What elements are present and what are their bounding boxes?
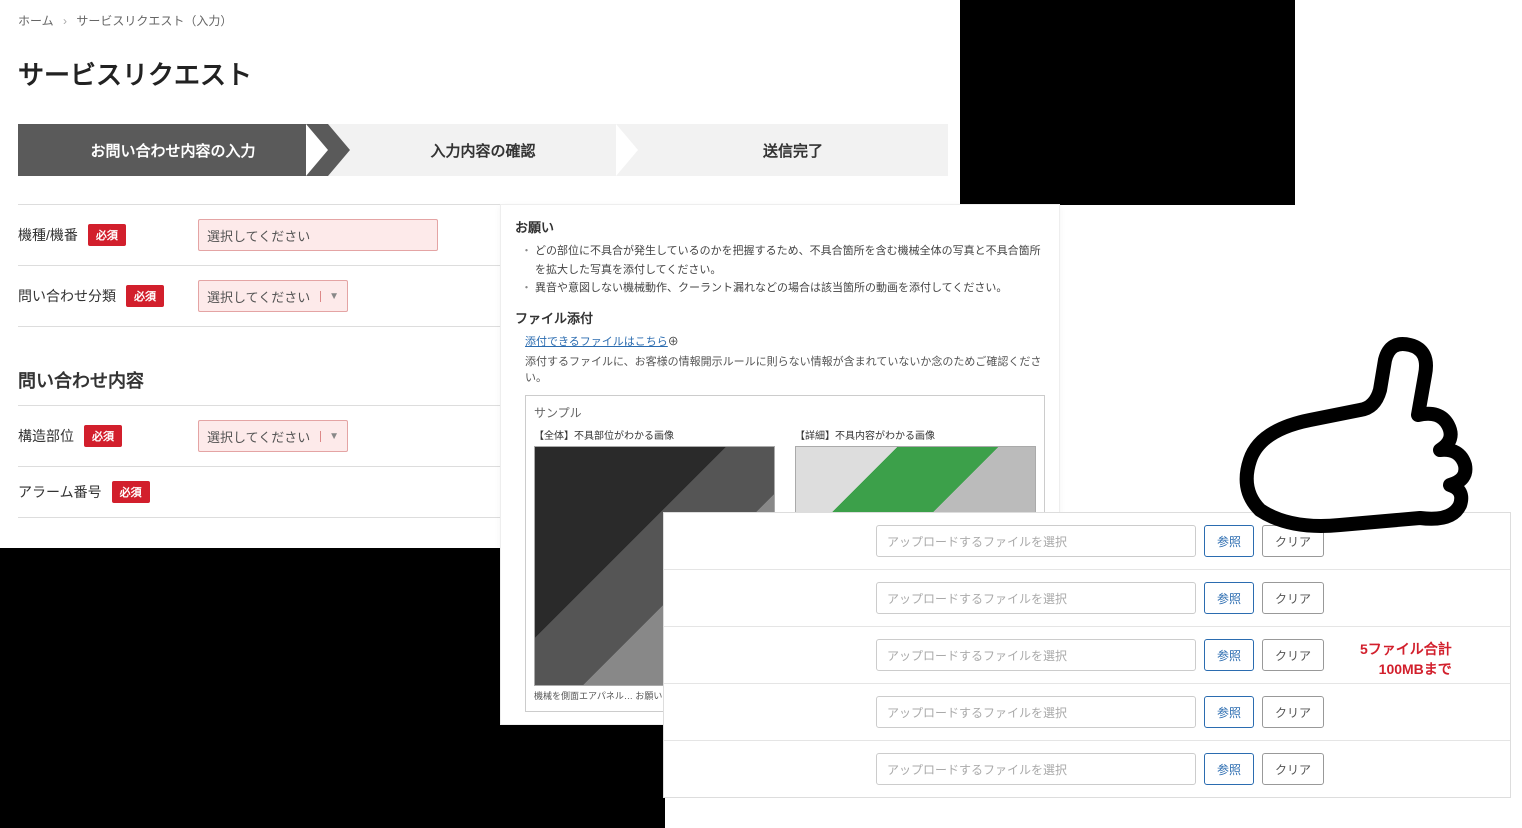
row-category: 問い合わせ分類 必須 選択してください ▼ bbox=[18, 265, 502, 327]
chevron-down-icon: ▼ bbox=[320, 291, 339, 302]
upload-file-input[interactable]: アップロードするファイルを選択 bbox=[876, 582, 1196, 614]
breadcrumb-current: サービスリクエスト（入力） bbox=[76, 14, 232, 28]
alarm-label: アラーム番号 bbox=[18, 482, 102, 502]
model-label: 機種/機番 bbox=[18, 225, 78, 245]
breadcrumb-home[interactable]: ホーム bbox=[18, 14, 54, 28]
redacted-region bbox=[960, 0, 1295, 205]
browse-button[interactable]: 参照 bbox=[1204, 753, 1254, 785]
file-limit-note: 5ファイル合計 100MBまで bbox=[1360, 640, 1452, 679]
upload-file-input[interactable]: アップロードするファイルを選択 bbox=[876, 639, 1196, 671]
browse-button[interactable]: 参照 bbox=[1204, 696, 1254, 728]
step-complete: 送信完了 bbox=[638, 124, 948, 176]
step-confirm: 入力内容の確認 bbox=[328, 124, 638, 176]
request-note: どの部位に不具合が発生しているのかを把握するため、不具合箇所を含む機械全体の写真… bbox=[521, 242, 1045, 279]
required-badge: 必須 bbox=[84, 425, 122, 447]
required-badge: 必須 bbox=[88, 224, 126, 246]
category-label: 問い合わせ分類 bbox=[18, 286, 116, 306]
sample-overall-label: 【全体】不具部位がわかる画像 bbox=[534, 427, 775, 442]
clear-button[interactable]: クリア bbox=[1262, 753, 1324, 785]
upload-file-input[interactable]: アップロードするファイルを選択 bbox=[876, 525, 1196, 557]
browse-button[interactable]: 参照 bbox=[1204, 582, 1254, 614]
pointing-hand-icon bbox=[1220, 330, 1480, 540]
allowed-files-link[interactable]: 添付できるファイルはこちら bbox=[525, 336, 668, 348]
upload-file-input[interactable]: アップロードするファイルを選択 bbox=[876, 696, 1196, 728]
attach-heading: ファイル添付 bbox=[515, 308, 1045, 327]
step-input: お問い合わせ内容の入力 bbox=[18, 124, 328, 176]
category-select[interactable]: 選択してください ▼ bbox=[198, 280, 348, 312]
part-select[interactable]: 選択してください ▼ bbox=[198, 420, 348, 452]
required-badge: 必須 bbox=[112, 481, 150, 503]
attach-note: 添付するファイルに、お客様の情報開示ルールに則らない情報が含まれていないか念のた… bbox=[525, 353, 1045, 385]
chevron-right-icon: › bbox=[63, 14, 67, 28]
row-model: 機種/機番 必須 選択してください bbox=[18, 204, 502, 265]
upload-file-input[interactable]: アップロードするファイルを選択 bbox=[876, 753, 1196, 785]
request-heading: お願い bbox=[515, 217, 1045, 236]
upload-row: アップロードするファイルを選択 参照 クリア bbox=[664, 570, 1510, 627]
upload-row: アップロードするファイルを選択 参照 クリア bbox=[664, 741, 1510, 797]
clear-button[interactable]: クリア bbox=[1262, 582, 1324, 614]
required-badge: 必須 bbox=[126, 285, 164, 307]
clear-button[interactable]: クリア bbox=[1262, 696, 1324, 728]
chevron-down-icon: ▼ bbox=[320, 431, 339, 442]
upload-row: アップロードするファイルを選択 参照 クリア bbox=[664, 684, 1510, 741]
model-select[interactable]: 選択してください bbox=[198, 219, 438, 251]
clear-button[interactable]: クリア bbox=[1262, 639, 1324, 671]
row-part: 構造部位 必須 選択してください ▼ bbox=[18, 405, 502, 466]
row-alarm: アラーム番号 必須 bbox=[18, 466, 502, 518]
part-label: 構造部位 bbox=[18, 426, 74, 446]
request-note: 異音や意図しない機械動作、クーラント漏れなどの場合は該当箇所の動画を添付してくだ… bbox=[521, 279, 1045, 298]
sample-detail-label: 【詳細】不具内容がわかる画像 bbox=[795, 427, 1036, 442]
browse-button[interactable]: 参照 bbox=[1204, 639, 1254, 671]
